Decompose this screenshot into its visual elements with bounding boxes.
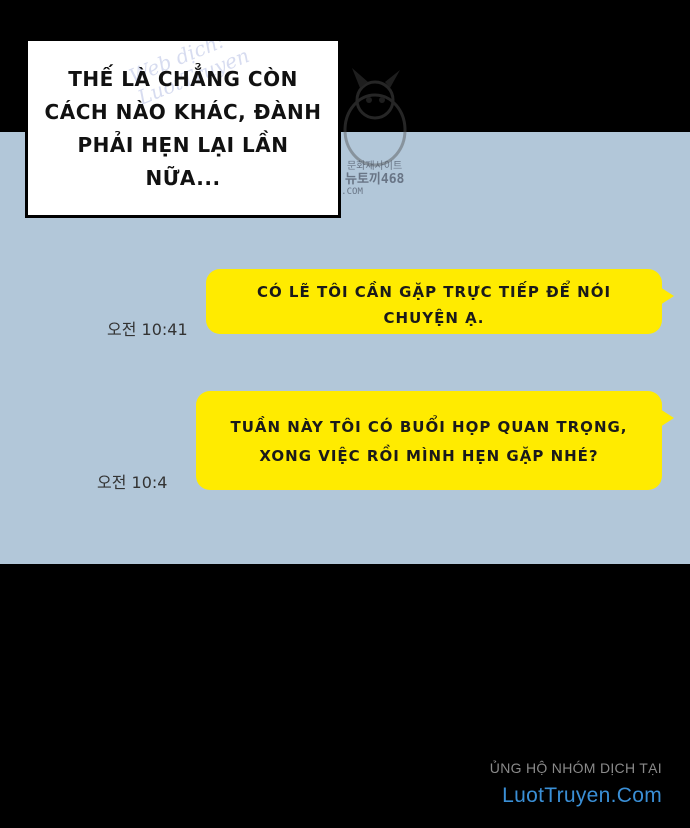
translator-credit: ỦNG HỘ NHÓM DỊCH TẠI LuotTruyen.Com — [490, 760, 662, 808]
narration-box: Web dịch: LuotTruyen THẾ LÀ CHẲNG CÒN CÁ… — [25, 38, 341, 218]
narration-line: PHẢI HẸN LẠI LẦN — [77, 133, 289, 157]
mascot-watermark-label: 문화재사이트 뉴토끼468 NEWTOKI468.COM — [287, 161, 405, 197]
message-bubble: CÓ LẼ TÔI CẦN GẶP TRỰC TIẾP ĐỂ NÓI CHUYỆ… — [206, 269, 674, 334]
narration-line: CÁCH NÀO KHÁC, ĐÀNH — [44, 100, 322, 124]
narration-line: NỮA... — [145, 166, 221, 190]
credit-site-link[interactable]: LuotTruyen.Com — [490, 784, 662, 808]
message-timestamp: 오전 10:4 — [97, 473, 168, 492]
message-text: CÓ LẼ TÔI CẦN GẶP TRỰC TIẾP ĐỂ NÓI CHUYỆ… — [256, 283, 612, 327]
narration-line: THẾ LÀ CHẲNG CÒN — [68, 67, 298, 91]
message-bubble: TUẦN NÀY TÔI CÓ BUỔI HỌP QUAN TRỌNG, XON… — [196, 391, 674, 490]
message-text: TUẦN NÀY TÔI CÓ BUỔI HỌP QUAN TRỌNG, XON… — [230, 418, 628, 465]
narration-text: THẾ LÀ CHẲNG CÒN CÁCH NÀO KHÁC, ĐÀNH PHẢ… — [28, 63, 338, 195]
comic-panel: Web dịch: LuotTruyen THẾ LÀ CHẲNG CÒN CÁ… — [0, 0, 690, 828]
message-timestamp: 오전 10:41 — [107, 320, 188, 339]
credit-text: ỦNG HỘ NHÓM DỊCH TẠI — [489, 760, 662, 776]
